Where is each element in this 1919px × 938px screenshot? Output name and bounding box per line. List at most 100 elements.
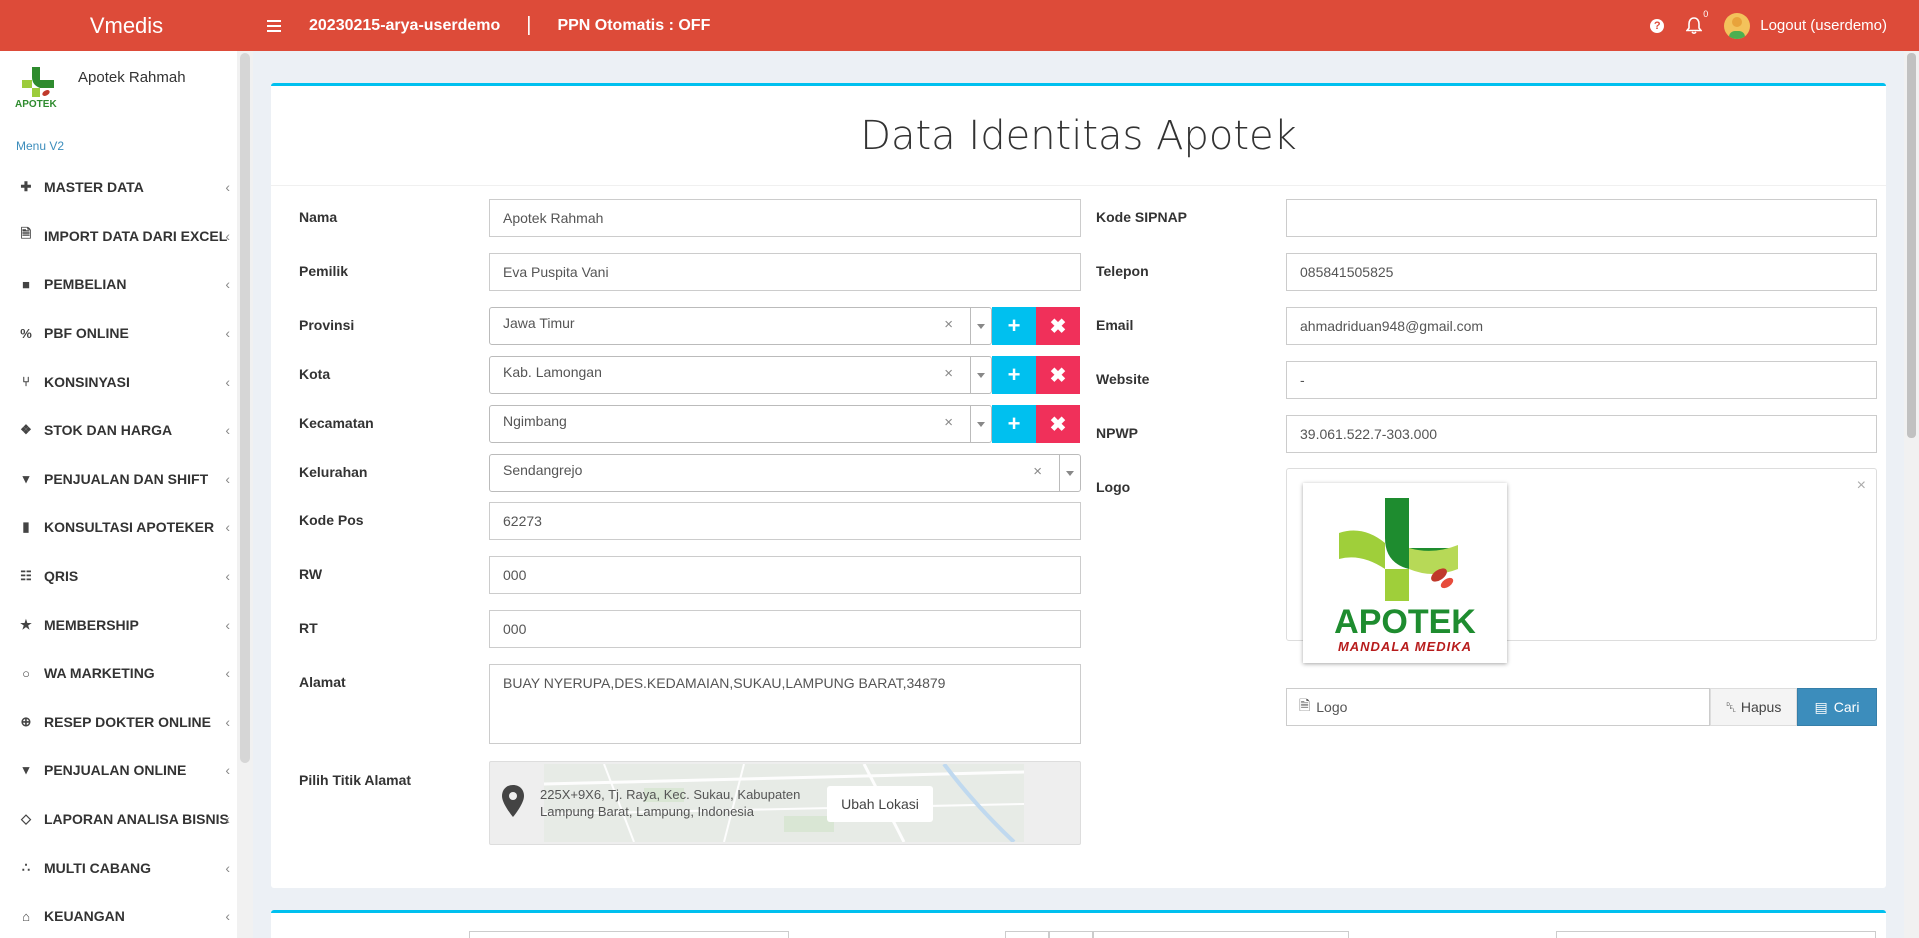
kelurahan-label: Kelurahan (299, 464, 368, 480)
sidebar-toggle-icon[interactable] (267, 14, 291, 38)
sidebar-item-label: PEMBELIAN (44, 276, 127, 293)
placeholder-field[interactable] (1556, 931, 1876, 938)
sidebar-item-pembelian[interactable]: ■ PEMBELIAN ‹ (0, 260, 252, 309)
kecamatan-select[interactable]: Ngimbang × (489, 405, 992, 443)
sidebar-item-master-data[interactable]: ✚ MASTER DATA ‹ (0, 163, 252, 212)
website-label: Website (1096, 371, 1150, 387)
npwp-label: NPWP (1096, 425, 1138, 441)
kelurahan-select[interactable]: Sendangrejo × (489, 454, 1081, 492)
cart-icon: ▾ (22, 762, 30, 778)
sidebar-item-qris[interactable]: ☷ QRIS ‹ (0, 552, 252, 601)
medkit-icon: ⊕ (20, 713, 32, 729)
add-kota-button[interactable]: + (992, 356, 1036, 394)
chevron-left-icon: ‹ (225, 568, 230, 585)
sidebar-item-pbf-online[interactable]: % PBF ONLINE ‹ (0, 309, 252, 358)
sidebar-item-label: KEUANGAN (44, 908, 125, 925)
chevron-left-icon: ‹ (225, 713, 230, 730)
sidebar-item-konsultasi-apoteker[interactable]: ▮ KONSULTASI APOTEKER ‹ (0, 503, 252, 552)
page-title: Data Identitas Apotek (271, 86, 1886, 186)
kota-select[interactable]: Kab. Lamongan × (489, 356, 992, 394)
sidebar-item-penjualan-shift[interactable]: ▾ PENJUALAN DAN SHIFT ‹ (0, 455, 252, 504)
change-location-button[interactable]: Ubah Lokasi (827, 786, 933, 822)
chevron-down-icon[interactable] (1059, 455, 1080, 491)
add-provinsi-button[interactable]: + (992, 307, 1036, 345)
sitemap-icon: ∴ (21, 859, 31, 875)
chevron-down-icon[interactable] (970, 308, 991, 344)
alamat-textarea[interactable]: BUAY NYERUPA,DES.KEDAMAIAN,SUKAU,LAMPUNG… (489, 664, 1081, 744)
sidebar: APOTEK Apotek Rahmah Menu V2 ✚ MASTER DAT… (0, 51, 253, 938)
hapus-button[interactable]: ␡ Hapus (1710, 688, 1797, 726)
add-kecamatan-button[interactable]: + (992, 405, 1036, 443)
help-icon[interactable]: ? (1650, 18, 1665, 33)
rt-input[interactable]: 000 (489, 610, 1081, 648)
logo-text-sub: MANDALA MEDIKA (1338, 639, 1472, 654)
email-input[interactable]: ahmadriduan948@gmail.com (1286, 307, 1877, 345)
website-input[interactable]: - (1286, 361, 1877, 399)
page-scrollbar[interactable] (1904, 51, 1919, 938)
map-address-text: 225X+9X6, Tj. Raya, Kec. Sukau, Kabupate… (540, 787, 801, 819)
chevron-left-icon: ‹ (225, 276, 230, 293)
close-icon[interactable]: × (1857, 477, 1866, 495)
telepon-input[interactable]: 085841505825 (1286, 253, 1877, 291)
sidebar-item-membership[interactable]: ★ MEMBERSHIP ‹ (0, 600, 252, 649)
provinsi-select[interactable]: Jawa Timur × (489, 307, 992, 345)
kode-pos-label: Kode Pos (299, 512, 364, 528)
sidebar-item-resep-dokter[interactable]: ⊕ RESEP DOKTER ONLINE ‹ (0, 698, 252, 747)
sidebar-item-penjualan-online[interactable]: ▾ PENJUALAN ONLINE ‹ (0, 746, 252, 795)
clear-icon[interactable]: × (944, 414, 953, 431)
map-location-picker[interactable]: 225X+9X6, Tj. Raya, Kec. Sukau, Kabupate… (489, 761, 1081, 845)
brand-logo[interactable]: Vmedis (0, 0, 253, 51)
clear-icon[interactable]: × (1033, 463, 1042, 480)
apotek-logo-image: APOTEK MANDALA MEDIKA (1303, 483, 1507, 663)
clear-icon[interactable]: × (944, 365, 953, 382)
placeholder-field[interactable] (469, 931, 789, 938)
kode-sipnap-input[interactable] (1286, 199, 1877, 237)
clear-icon[interactable]: × (944, 316, 953, 333)
user-menu[interactable]: Logout (userdemo) (1724, 12, 1887, 39)
placeholder-field[interactable] (1049, 931, 1093, 938)
telepon-label: Telepon (1096, 263, 1149, 279)
logout-link[interactable]: Logout (userdemo) (1760, 17, 1887, 34)
sidebar-item-laporan-analisa[interactable]: ◇ LAPORAN ANALISA BISNIS ‹ (0, 795, 252, 844)
sidebar-item-wa-marketing[interactable]: ○ WA MARKETING ‹ (0, 649, 252, 698)
delete-kecamatan-button[interactable]: ✖ (1036, 405, 1080, 443)
delete-provinsi-button[interactable]: ✖ (1036, 307, 1080, 345)
delete-kota-button[interactable]: ✖ (1036, 356, 1080, 394)
kode-pos-input[interactable]: 62273 (489, 502, 1081, 540)
placeholder-field[interactable] (1005, 931, 1049, 938)
chevron-left-icon: ‹ (225, 179, 230, 196)
notification-bell-icon[interactable]: 0 (1685, 9, 1708, 35)
ppn-status: PPN Otomatis : OFF (557, 16, 711, 34)
sidebar-scrollbar[interactable] (237, 51, 253, 938)
top-navbar: Vmedis 20230215-arya-userdemo | PPN Otom… (0, 0, 1919, 51)
logo-file-name[interactable]: 🗎 Logo (1286, 688, 1710, 726)
divider: | (526, 14, 532, 36)
sidebar-menu: ✚ MASTER DATA ‹ 🗎 IMPORT DATA DARI EXCEL ‹ ■… (0, 163, 252, 938)
sidebar-item-konsinyasi[interactable]: ⑂ KONSINYASI ‹ (0, 357, 252, 406)
cari-button[interactable]: ▤ Cari (1797, 688, 1877, 726)
sidebar-item-label: STOK DAN HARGA (44, 422, 173, 439)
store-logo-icon: APOTEK (14, 63, 60, 110)
kota-label: Kota (299, 366, 331, 382)
kelurahan-value: Sendangrejo (503, 462, 583, 478)
sidebar-item-label: PBF ONLINE (44, 325, 129, 342)
folder-open-icon: ▤ (1814, 698, 1828, 715)
diamond-icon: ◇ (21, 811, 31, 827)
excel-file-icon: 🗎 (20, 225, 32, 241)
share-icon: ⑂ (22, 374, 30, 390)
sidebar-item-label: KONSINYASI (44, 373, 130, 390)
nama-input[interactable]: Apotek Rahmah (489, 199, 1081, 237)
sidebar-item-import-excel[interactable]: 🗎 IMPORT DATA DARI EXCEL ‹ (0, 212, 252, 261)
sidebar-item-multi-cabang[interactable]: ∴ MULTI CABANG ‹ (0, 843, 252, 892)
rw-input[interactable]: 000 (489, 556, 1081, 594)
provinsi-value: Jawa Timur (503, 315, 575, 331)
chevron-left-icon: ‹ (225, 325, 230, 342)
npwp-input[interactable]: 39.061.522.7-303.000 (1286, 415, 1877, 453)
sidebar-item-stok-harga[interactable]: ❖ STOK DAN HARGA ‹ (0, 406, 252, 455)
placeholder-field[interactable] (1093, 931, 1349, 938)
pemilik-input[interactable]: Eva Puspita Vani (489, 253, 1081, 291)
sidebar-item-keuangan[interactable]: ⌂ KEUANGAN ‹ (0, 892, 252, 938)
chevron-down-icon[interactable] (970, 357, 991, 393)
chevron-down-icon[interactable] (970, 406, 991, 442)
menu-version-link[interactable]: Menu V2 (0, 131, 252, 157)
